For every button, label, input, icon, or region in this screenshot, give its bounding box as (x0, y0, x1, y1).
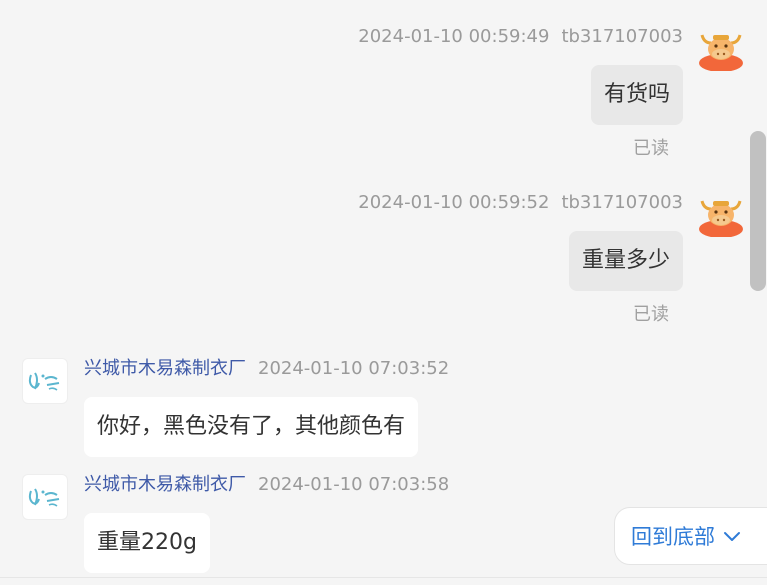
message-bubble[interactable]: 你好，黑色没有了，其他颜色有 (84, 397, 419, 457)
message-meta: 兴城市木易森制衣厂 2024-01-10 07:03:52 (84, 357, 449, 381)
divider (0, 577, 767, 578)
message-timestamp: 2024-01-10 07:03:58 (258, 474, 450, 495)
message-meta: 2024-01-10 00:59:52 tb317107003 (358, 191, 683, 215)
message-row-outgoing: 2024-01-10 00:59:52 tb317107003 重量多少 已读 (0, 166, 767, 336)
read-status: 已读 (633, 138, 669, 159)
bull-avatar-icon[interactable] (698, 191, 744, 237)
message-row-outgoing: 2024-01-10 00:59:49 tb317107003 有货吗 已读 (0, 0, 767, 170)
shop-logo-icon[interactable] (22, 358, 68, 404)
shop-name-link[interactable]: 兴城市木易森制衣厂 (84, 474, 246, 495)
message-timestamp: 2024-01-10 07:03:52 (258, 358, 450, 379)
shop-name-link[interactable]: 兴城市木易森制衣厂 (84, 358, 246, 379)
sender-name: tb317107003 (561, 192, 683, 213)
bull-avatar-icon[interactable] (698, 25, 744, 71)
scrollbar-thumb[interactable] (750, 131, 766, 291)
shop-logo-icon[interactable] (22, 474, 68, 520)
message-timestamp: 2024-01-10 00:59:52 (358, 192, 550, 213)
read-status: 已读 (633, 304, 669, 325)
message-meta: 2024-01-10 00:59:49 tb317107003 (358, 25, 683, 49)
message-row-incoming: 兴城市木易森制衣厂 2024-01-10 07:03:52 你好，黑色没有了，其他… (0, 340, 767, 460)
chat-message-list[interactable]: 2024-01-10 00:59:49 tb317107003 有货吗 已读 20… (0, 0, 767, 585)
chevron-down-icon (724, 532, 740, 541)
scroll-to-bottom-label: 回到底部 (631, 525, 715, 549)
message-timestamp: 2024-01-10 00:59:49 (358, 26, 550, 47)
scroll-to-bottom-button[interactable]: 回到底部 (614, 507, 767, 565)
message-bubble[interactable]: 重量220g (84, 513, 210, 573)
message-meta: 兴城市木易森制衣厂 2024-01-10 07:03:58 (84, 473, 449, 497)
sender-name: tb317107003 (561, 26, 683, 47)
message-bubble[interactable]: 重量多少 (568, 231, 683, 291)
message-bubble[interactable]: 有货吗 (590, 65, 683, 125)
